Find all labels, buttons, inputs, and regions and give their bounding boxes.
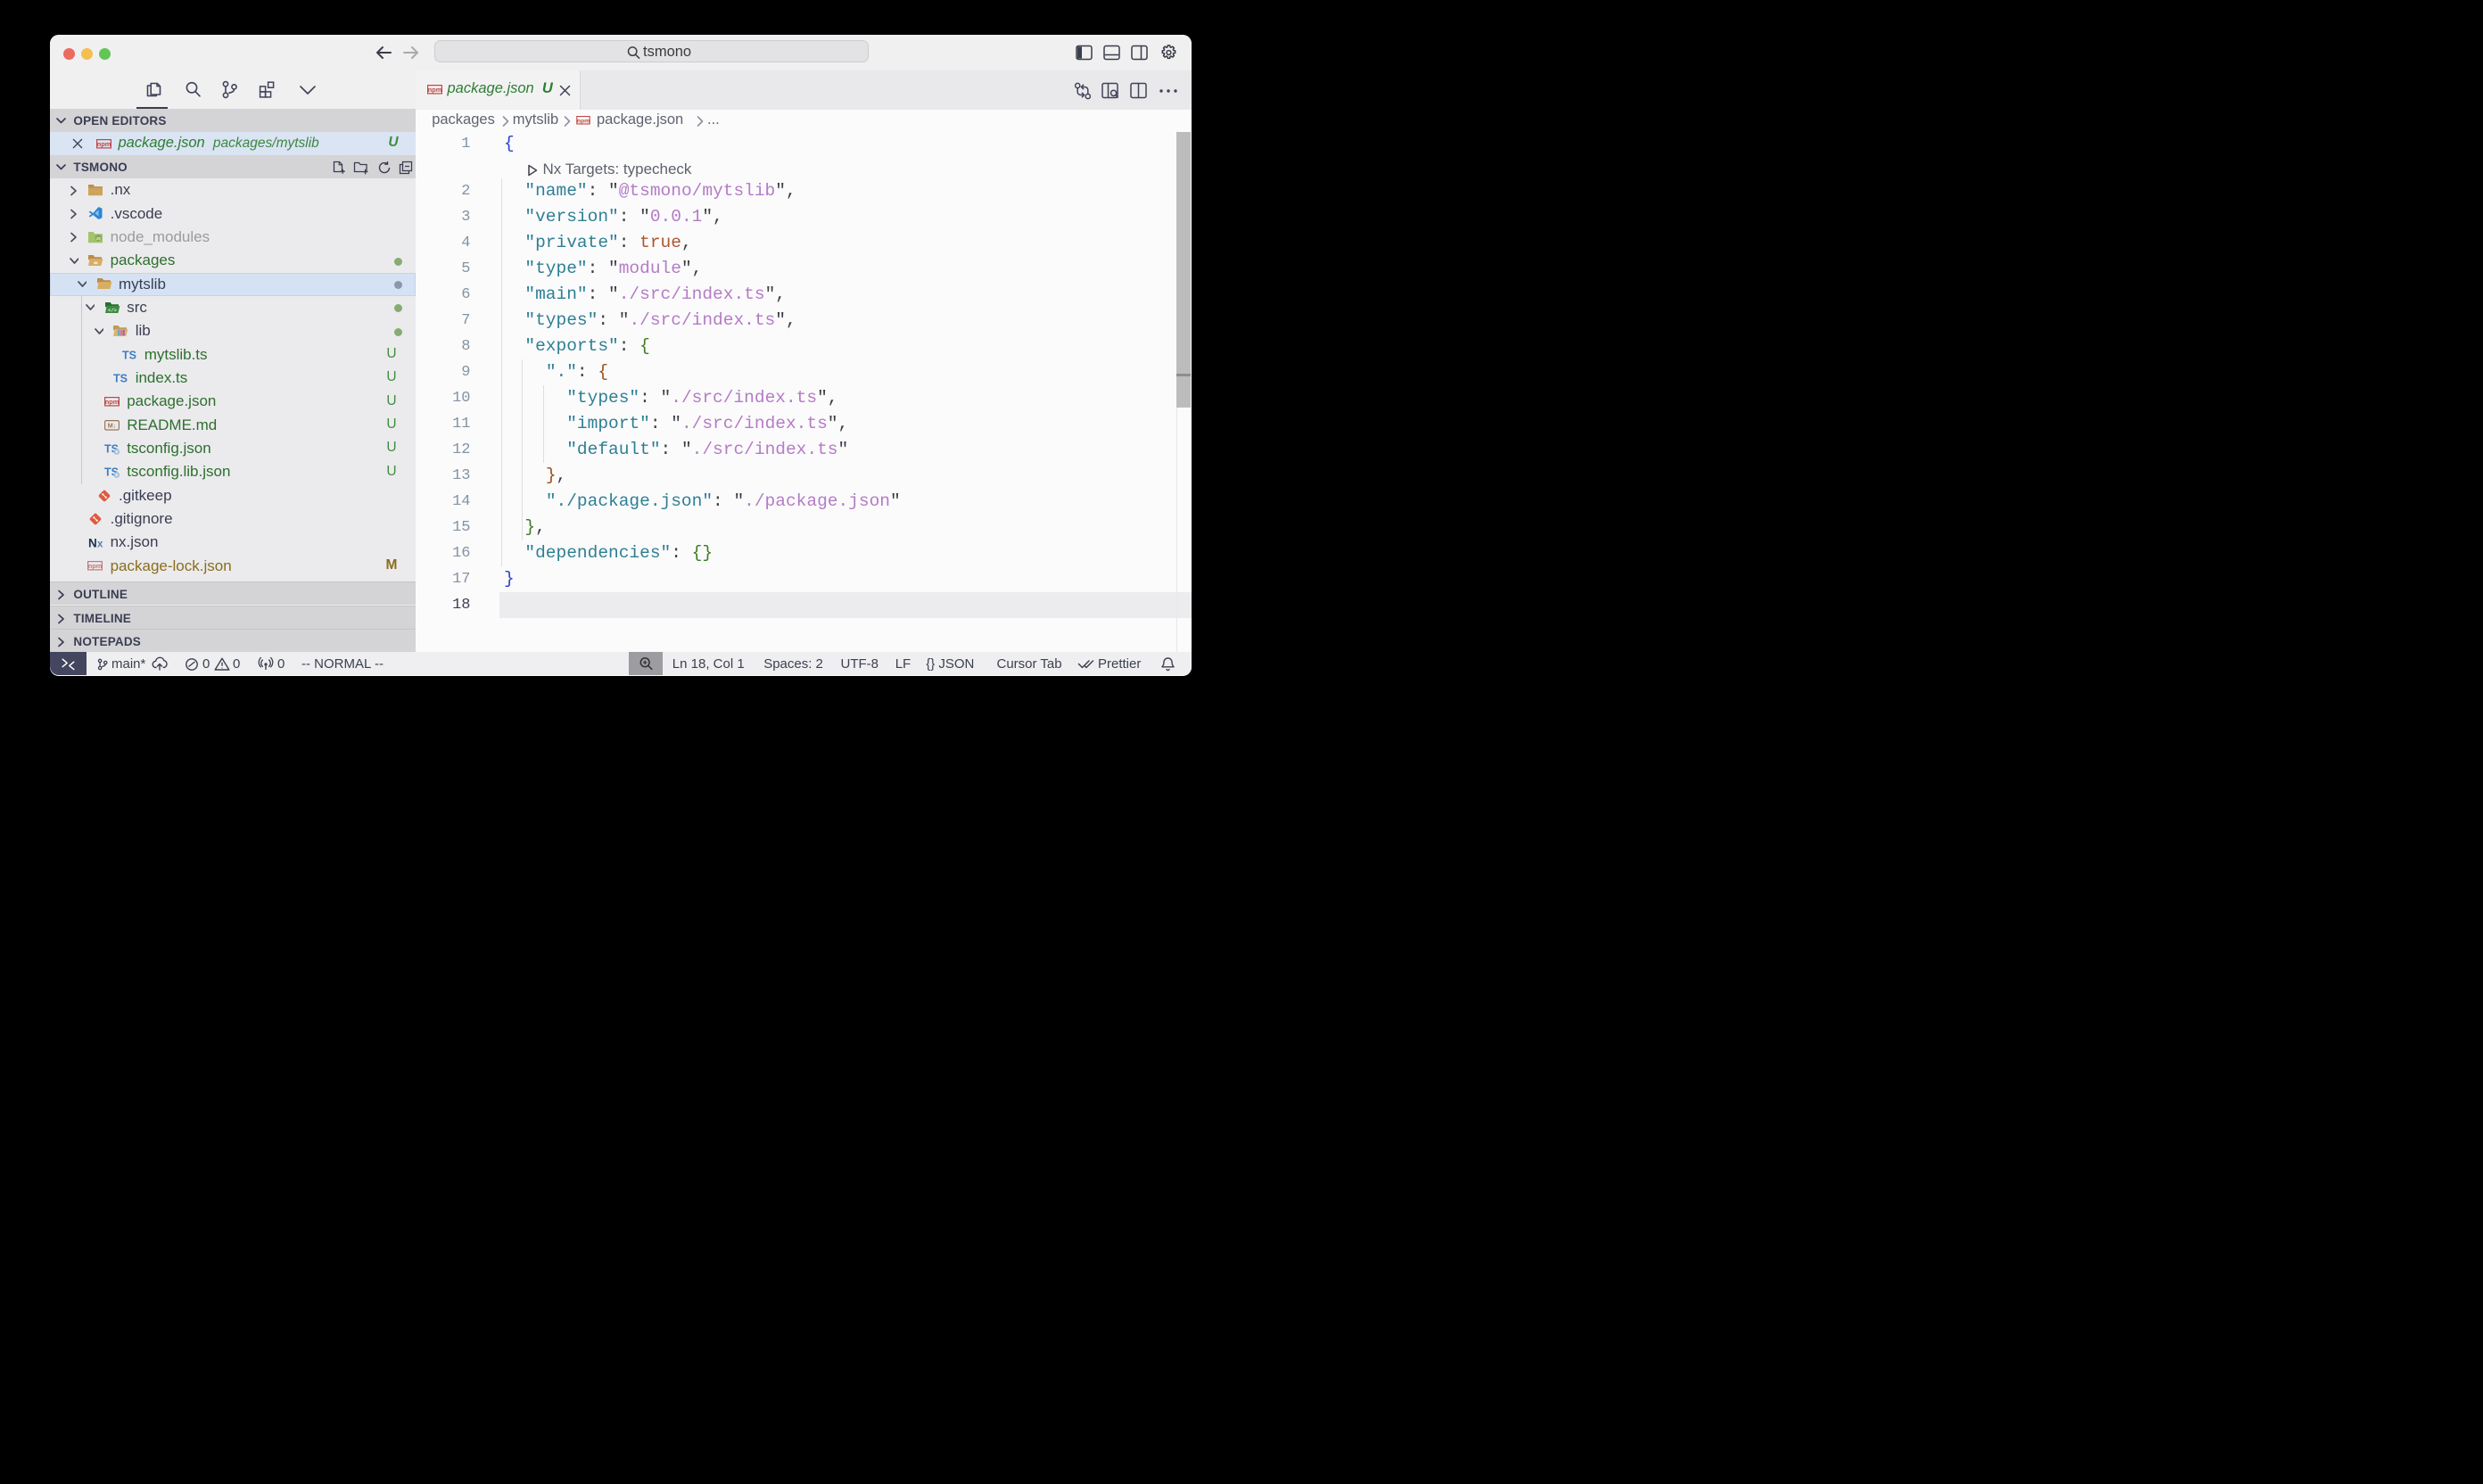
svg-text:npm: npm [427,86,441,94]
svg-text:</>: </> [108,308,117,313]
svg-text:npm: npm [577,118,590,124]
svg-text:JS: JS [95,236,101,241]
svg-text:TS: TS [113,372,128,384]
svg-text:N: N [88,536,97,549]
svg-text:x: x [97,539,103,549]
svg-text:M↓: M↓ [108,422,117,430]
svg-text:npm: npm [105,398,120,406]
svg-text:npm: npm [88,562,103,570]
svg-text:TS: TS [122,349,136,361]
svg-text:npm: npm [97,140,111,148]
